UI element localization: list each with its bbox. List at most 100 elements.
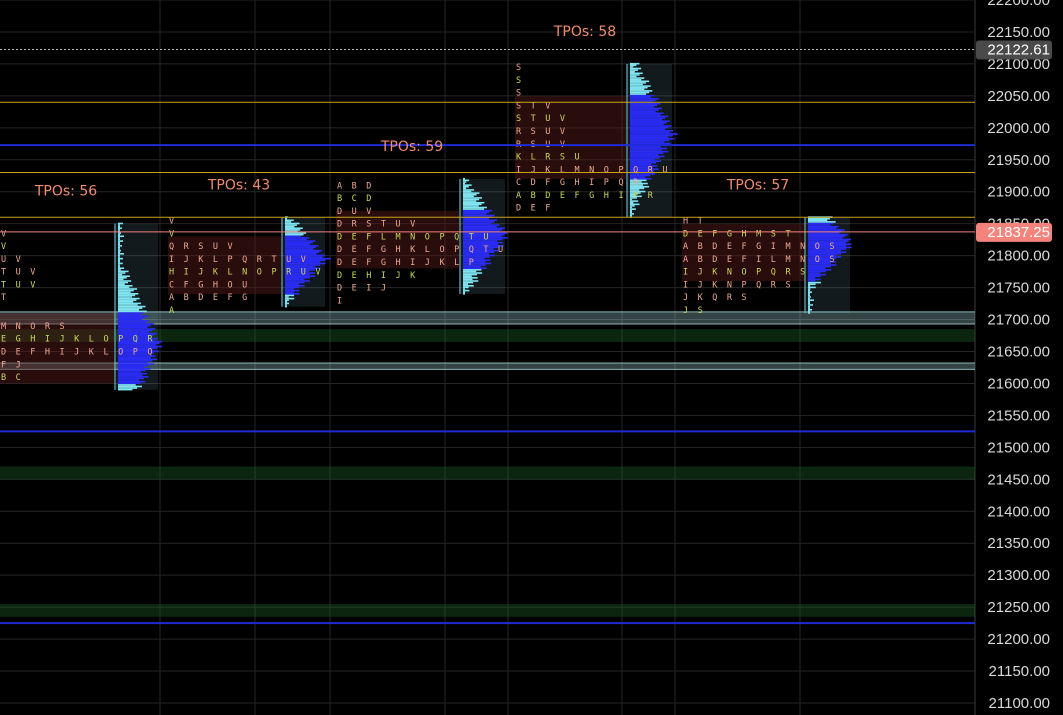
profile-bar bbox=[630, 69, 638, 71]
profile-bar bbox=[118, 261, 120, 263]
tpo-letters-row: T U V bbox=[1, 280, 38, 290]
profile-bar bbox=[285, 237, 310, 239]
profile-bar bbox=[630, 88, 645, 91]
profile-bar bbox=[118, 372, 148, 375]
profile-bar bbox=[463, 205, 479, 207]
profile-bar bbox=[630, 136, 669, 139]
profile-bar bbox=[630, 149, 663, 151]
profile-bar bbox=[285, 241, 313, 244]
profile-bar bbox=[463, 224, 500, 226]
tpo-letters-row: C D F G H I P Q R bbox=[516, 178, 640, 188]
profile-bar bbox=[630, 66, 634, 68]
profile-bar bbox=[630, 158, 655, 161]
profile-bar bbox=[285, 305, 287, 308]
profile-bar bbox=[463, 269, 482, 271]
price-tick-label: 21400.00 bbox=[987, 503, 1050, 520]
profile-bar bbox=[118, 267, 125, 270]
profile-bar bbox=[118, 248, 120, 250]
profile-bar bbox=[463, 182, 465, 185]
profile-bar bbox=[808, 284, 811, 287]
profile-bar bbox=[118, 272, 126, 274]
profile-bar bbox=[630, 72, 643, 75]
profile-bar bbox=[808, 294, 810, 297]
price-zone bbox=[0, 603, 975, 617]
profile-bar bbox=[285, 304, 287, 306]
tpo-chart[interactable]: VVU VT U VT U VTM N O R SE G H I J K L O… bbox=[0, 0, 1063, 715]
profile-bar bbox=[630, 123, 664, 126]
profile-bar bbox=[630, 161, 657, 164]
profile-bar bbox=[118, 328, 156, 330]
profile-bar bbox=[118, 371, 141, 373]
tpo-letters-row: V bbox=[1, 242, 8, 252]
profile-bar bbox=[630, 115, 669, 118]
profile-bar bbox=[808, 305, 810, 308]
profile-bar bbox=[118, 307, 143, 309]
profile-bar bbox=[463, 187, 466, 190]
profile-bar bbox=[630, 150, 669, 153]
profile-bar bbox=[808, 304, 813, 306]
profile-bar bbox=[118, 377, 144, 380]
price-tick-label: 21550.00 bbox=[987, 407, 1050, 424]
price-tick-label: 21200.00 bbox=[987, 631, 1050, 648]
profile-bar bbox=[285, 300, 287, 303]
tpo-letters-row: K L R S U bbox=[516, 153, 582, 163]
profile-bar bbox=[808, 225, 839, 228]
profile-bar bbox=[118, 275, 130, 278]
profile-bar bbox=[463, 177, 465, 180]
tpo-letters-row: I bbox=[337, 296, 344, 306]
tpo-letters-row: I J K L P Q R T U V bbox=[169, 255, 308, 265]
profile-bar bbox=[463, 280, 479, 282]
tpo-letters-row: E G H I J K L O P Q R bbox=[1, 335, 155, 345]
profile-bar bbox=[463, 211, 490, 214]
profile-bar bbox=[808, 233, 848, 236]
profile-bar bbox=[463, 272, 483, 274]
profile-bar bbox=[630, 157, 660, 159]
profile-bar bbox=[285, 284, 305, 287]
profile-bar bbox=[463, 206, 487, 209]
profile-bar bbox=[463, 217, 490, 220]
profile-bar bbox=[463, 289, 470, 292]
price-tick-label: 22150.00 bbox=[987, 24, 1050, 41]
profile-bar bbox=[118, 251, 120, 254]
profile-bar bbox=[463, 179, 470, 182]
profile-bar bbox=[285, 229, 301, 231]
profile-bar bbox=[285, 248, 314, 250]
profile-bar bbox=[463, 198, 480, 201]
profile-bar bbox=[630, 78, 642, 81]
tpo-letters-row: S bbox=[516, 89, 523, 99]
tpo-letters-row: D E F H I J K L O P Q bbox=[1, 348, 155, 358]
profile-bar bbox=[630, 74, 640, 76]
profile-bar bbox=[118, 289, 134, 292]
profile-bar bbox=[630, 117, 666, 119]
tpo-letters-row: D E F bbox=[516, 204, 553, 214]
profile-bar bbox=[118, 358, 157, 361]
price-tick-label: 21500.00 bbox=[987, 439, 1050, 456]
profile-bar bbox=[630, 130, 674, 132]
tpo-letters-row: D U V bbox=[337, 207, 374, 217]
tpo-letters-row: D R S T U V bbox=[337, 220, 418, 230]
profile-bar bbox=[463, 288, 465, 290]
tpo-letters-row: C F G H O U bbox=[169, 280, 250, 290]
profile-bar bbox=[630, 109, 659, 111]
profile-bar bbox=[285, 232, 307, 234]
profile-bar bbox=[285, 278, 305, 281]
tpo-letters-row: A B D bbox=[337, 181, 374, 191]
profile-bar bbox=[463, 213, 487, 215]
profile-bar bbox=[118, 313, 141, 316]
profile-bar bbox=[808, 232, 840, 234]
profile-bar bbox=[808, 300, 810, 303]
profile-bar bbox=[118, 229, 120, 231]
profile-bar bbox=[808, 281, 821, 284]
profile-bar bbox=[285, 297, 295, 300]
profile-bar bbox=[118, 233, 120, 236]
tpo-letters-row: D E F G H K L O P Q T U bbox=[337, 245, 505, 255]
profile-bar bbox=[630, 152, 664, 154]
profile-bar bbox=[630, 106, 654, 108]
profile-bar bbox=[118, 382, 141, 385]
profile-bar bbox=[118, 326, 148, 329]
tpo-letters-row: J S bbox=[683, 306, 705, 316]
profile-bar bbox=[808, 286, 816, 289]
tpo-letters-row: D E H I J K bbox=[337, 271, 418, 281]
profile-bar bbox=[630, 94, 654, 97]
price-tick-label: 21150.00 bbox=[989, 663, 1050, 680]
